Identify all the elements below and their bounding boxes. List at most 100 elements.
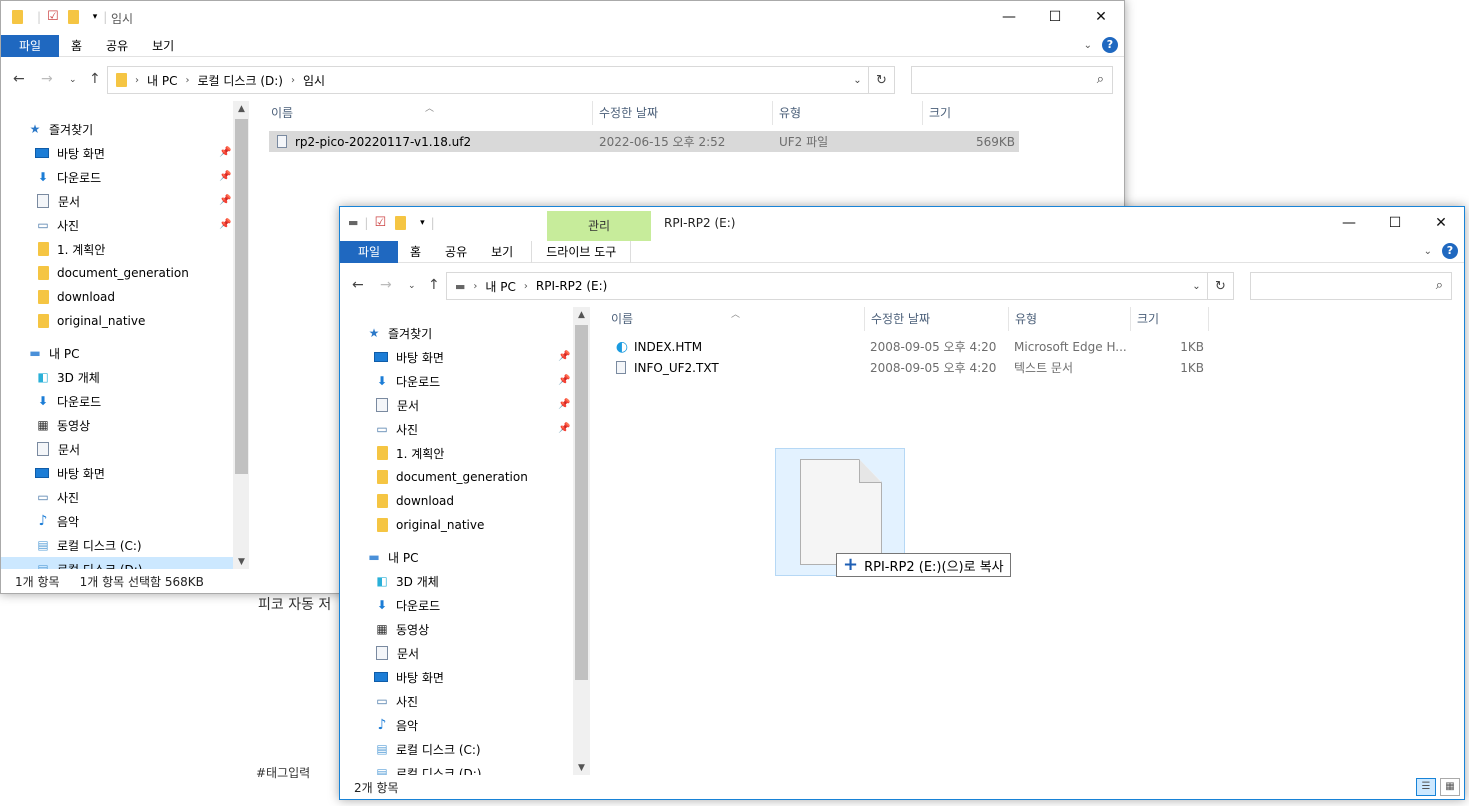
nav-item[interactable]: 문서 [374, 641, 419, 665]
column-name[interactable]: 이름 ︿ [605, 307, 865, 331]
file-row[interactable]: ◐ INDEX.HTM 2008-09-05 오후 4:20 Microsoft … [608, 336, 1208, 357]
breadcrumb-drive-d[interactable]: 로컬 디스크 (D:) [197, 72, 282, 89]
new-folder-icon[interactable] [395, 215, 407, 230]
pin-icon[interactable]: 📌 [558, 375, 570, 386]
properties-icon[interactable]: ☑ [47, 9, 59, 24]
address-bar[interactable]: › 내 PC › 로컬 디스크 (D:) › 임시 ⌄ [107, 66, 869, 94]
scroll-down-icon[interactable]: ▼ [233, 554, 249, 569]
nav-item[interactable]: ⬇ 다운로드 [35, 165, 101, 189]
column-name[interactable]: 이름 ︿ [265, 101, 593, 125]
pin-icon[interactable]: 📌 [558, 351, 570, 362]
back-icon[interactable]: ← [13, 71, 25, 87]
close-button[interactable]: ✕ [1078, 1, 1124, 33]
breadcrumb-my-pc[interactable]: 내 PC [485, 278, 515, 295]
nav-item[interactable]: ▬ 내 PC [366, 545, 418, 569]
close-button[interactable]: ✕ [1418, 207, 1464, 239]
minimize-button[interactable]: — [986, 1, 1032, 33]
expand-ribbon-icon[interactable]: ⌄ [1084, 40, 1092, 51]
nav-item[interactable]: document_generation [35, 261, 189, 285]
nav-item[interactable]: ▬ 내 PC [27, 341, 79, 365]
recent-dropdown-icon[interactable]: ⌄ [408, 281, 416, 291]
tab-view[interactable]: 보기 [479, 241, 525, 263]
nav-scrollbar[interactable]: ▲ ▼ [233, 101, 249, 569]
address-dropdown-icon[interactable]: ⌄ [1185, 273, 1207, 299]
nav-item[interactable]: 1. 계획안 [35, 237, 105, 261]
column-type[interactable]: 유형 [1009, 307, 1131, 331]
nav-item[interactable]: 문서 [35, 437, 80, 461]
tab-file[interactable]: 파일 [340, 241, 398, 263]
breadcrumb-temp[interactable]: 임시 [303, 72, 325, 89]
nav-item[interactable]: ⬇ 다운로드 [35, 389, 101, 413]
nav-item[interactable]: 바탕 화면 [374, 345, 444, 369]
scroll-thumb[interactable] [575, 325, 588, 680]
help-icon[interactable]: ? [1442, 243, 1458, 259]
column-date[interactable]: 수정한 날짜 [865, 307, 1009, 331]
nav-item[interactable]: ▭ 사진 [35, 485, 79, 509]
nav-item[interactable]: ▤ 로컬 디스크 (C:) [374, 737, 480, 761]
file-row[interactable]: rp2-pico-20220117-v1.18.uf2 2022-06-15 오… [269, 131, 1019, 152]
title-bar[interactable]: ▬ | ☑ ▾ | 관리 RPI-RP2 (E:) — ☐ ✕ [340, 207, 1464, 241]
qat-dropdown-icon[interactable]: ▾ [420, 218, 425, 228]
nav-scrollbar[interactable]: ▲ ▼ [573, 307, 590, 775]
tab-home[interactable]: 홈 [398, 241, 433, 263]
pin-icon[interactable]: 📌 [219, 219, 231, 230]
recent-dropdown-icon[interactable]: ⌄ [69, 75, 77, 85]
refresh-button[interactable]: ↻ [1208, 272, 1234, 300]
nav-item[interactable]: download [374, 489, 454, 513]
nav-item[interactable]: 바탕 화면 [374, 665, 444, 689]
tab-share[interactable]: 공유 [94, 35, 140, 57]
refresh-button[interactable]: ↻ [869, 66, 895, 94]
nav-item[interactable]: 문서 [35, 189, 80, 213]
pin-icon[interactable]: 📌 [219, 171, 231, 182]
up-icon[interactable]: ↑ [428, 277, 440, 293]
nav-item[interactable]: ▦ 동영상 [35, 413, 90, 437]
scroll-up-icon[interactable]: ▲ [573, 307, 590, 324]
nav-item[interactable]: ◧ 3D 개체 [374, 569, 438, 593]
tab-file[interactable]: 파일 [1, 35, 59, 57]
nav-item[interactable]: ◧ 3D 개체 [35, 365, 99, 389]
pin-icon[interactable]: 📌 [558, 423, 570, 434]
column-type[interactable]: 유형 [773, 101, 923, 125]
large-icons-view-icon[interactable]: ▦ [1440, 778, 1460, 796]
nav-item[interactable]: ▤ 로컬 디스크 (D:) [374, 761, 481, 775]
up-icon[interactable]: ↑ [89, 71, 101, 87]
properties-icon[interactable]: ☑ [374, 215, 386, 230]
nav-item[interactable]: 바탕 화면 [35, 141, 105, 165]
search-input[interactable]: ⌕ [1250, 272, 1452, 300]
qat-dropdown-icon[interactable]: ▾ [93, 12, 98, 22]
nav-item[interactable]: ★ 즐겨찾기 [366, 321, 433, 345]
pin-icon[interactable]: 📌 [558, 399, 570, 410]
column-size[interactable]: 크기 [923, 101, 1019, 125]
nav-item[interactable]: 바탕 화면 [35, 461, 105, 485]
help-icon[interactable]: ? [1102, 37, 1118, 53]
nav-item[interactable]: ⬇ 다운로드 [374, 593, 440, 617]
nav-item[interactable]: ♪ 음악 [35, 509, 80, 533]
nav-item[interactable]: ♪ 음악 [374, 713, 419, 737]
nav-item[interactable]: download [35, 285, 115, 309]
maximize-button[interactable]: ☐ [1372, 207, 1418, 239]
minimize-button[interactable]: — [1326, 207, 1372, 239]
breadcrumb-my-pc[interactable]: 내 PC [147, 72, 177, 89]
column-date[interactable]: 수정한 날짜 [593, 101, 773, 125]
nav-item[interactable]: 문서 [374, 393, 419, 417]
nav-item[interactable]: document_generation [374, 465, 528, 489]
nav-item-selected[interactable]: ▤로컬 디스크 (D:) [1, 557, 233, 569]
maximize-button[interactable]: ☐ [1032, 1, 1078, 33]
nav-item[interactable]: ▤ 로컬 디스크 (C:) [35, 533, 141, 557]
nav-item[interactable]: 1. 계획안 [374, 441, 444, 465]
search-input[interactable]: ⌕ [911, 66, 1113, 94]
tab-home[interactable]: 홈 [59, 35, 94, 57]
scroll-up-icon[interactable]: ▲ [233, 101, 249, 118]
nav-item[interactable]: ⬇ 다운로드 [374, 369, 440, 393]
nav-item[interactable]: original_native [35, 309, 145, 333]
pin-icon[interactable]: 📌 [219, 195, 231, 206]
nav-item[interactable]: ★ 즐겨찾기 [27, 117, 94, 141]
title-bar[interactable]: | ☑ ▾ | 임시 — ☐ ✕ [1, 1, 1124, 35]
nav-item[interactable]: ▭ 사진 [374, 689, 418, 713]
new-folder-icon[interactable] [67, 9, 79, 24]
nav-item[interactable]: ▦ 동영상 [374, 617, 429, 641]
tab-drive-tools[interactable]: 드라이브 도구 [531, 241, 632, 263]
breadcrumb-rpi-rp2[interactable]: RPI-RP2 (E:) [536, 279, 607, 293]
address-bar[interactable]: ▬ › 내 PC › RPI-RP2 (E:) ⌄ [446, 272, 1208, 300]
scroll-thumb[interactable] [235, 119, 248, 474]
